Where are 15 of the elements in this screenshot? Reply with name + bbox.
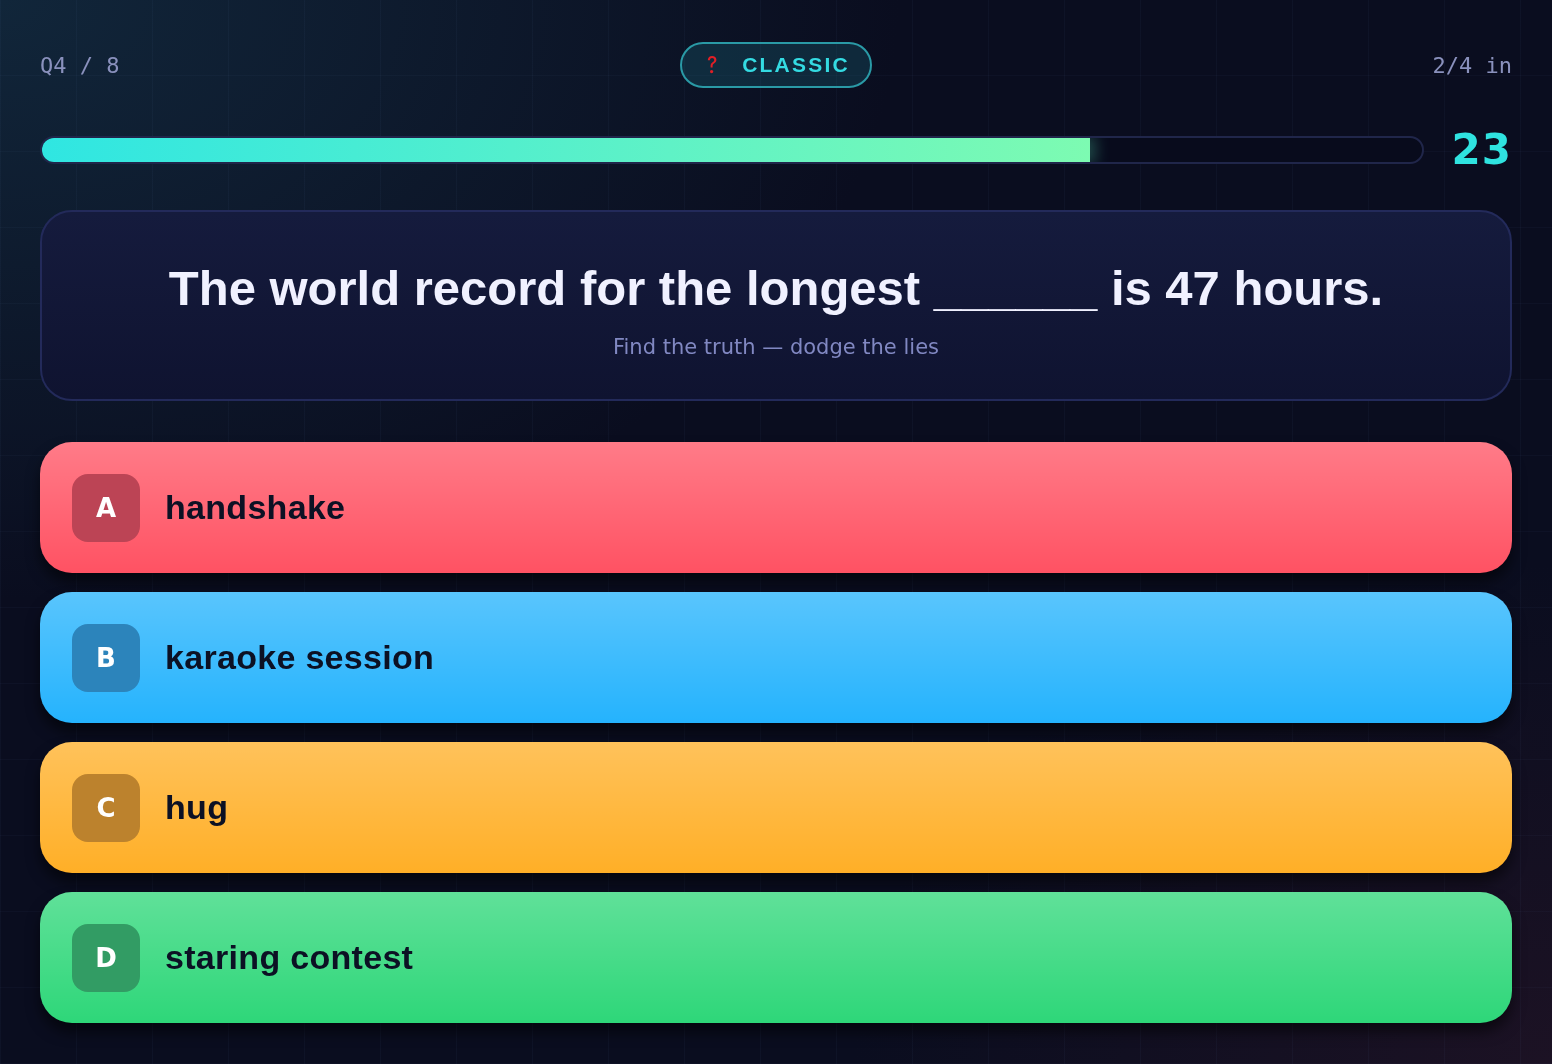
answer-button[interactable]: D staring contest [40,892,1512,1023]
question-counter: Q4 / 8 [40,52,120,78]
question-hint: Find the truth — dodge the lies [613,333,939,361]
answer-letter: A [72,473,140,542]
answer-button[interactable]: C hug [40,742,1512,873]
answered-count: 2/4 in [1432,52,1512,78]
mode-label: CLASSIC [742,53,850,77]
answer-letter: C [72,773,140,842]
question-mark-icon [706,55,719,75]
question-text: The world record for the longest ______ is 47 hours. [168,259,1384,317]
answer-letter: B [72,623,140,692]
answer-letter: D [72,923,140,992]
answer-button[interactable]: B karaoke session [40,592,1512,723]
answer-button[interactable]: A handshake [40,442,1512,573]
seconds-left: 23 [1451,129,1512,171]
